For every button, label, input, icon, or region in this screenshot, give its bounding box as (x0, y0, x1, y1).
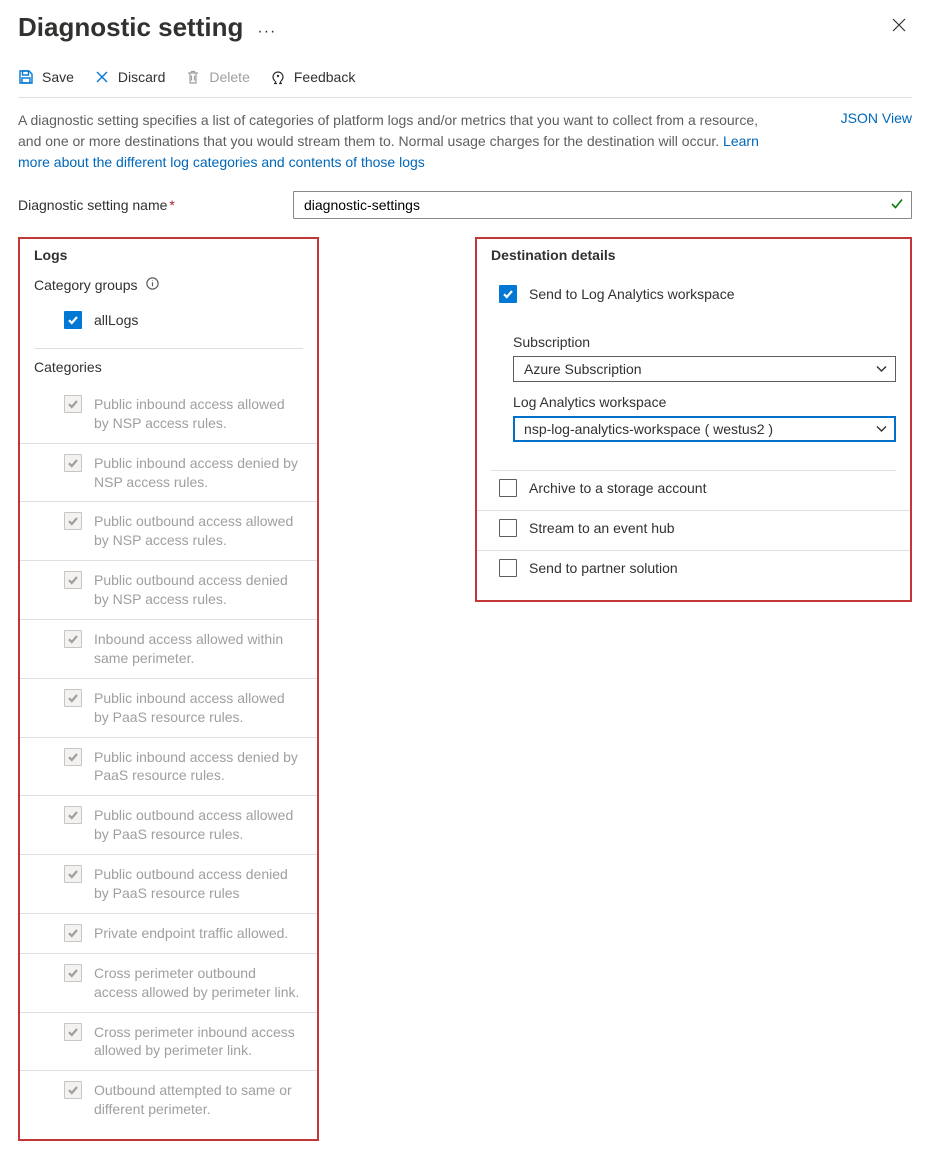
workspace-select[interactable]: nsp-log-analytics-workspace ( westus2 ) (513, 416, 896, 442)
category-checkbox (64, 630, 82, 648)
feedback-icon (270, 69, 286, 85)
categories-heading: Categories (20, 359, 317, 375)
categories-list: Public inbound access allowed by NSP acc… (20, 385, 317, 1129)
partner-label: Send to partner solution (529, 559, 678, 578)
toolbar: Save Discard Delete Feedback (18, 69, 912, 98)
category-row: Public inbound access allowed by PaaS re… (20, 678, 317, 737)
destination-title: Destination details (477, 247, 910, 263)
json-view-link[interactable]: JSON View (841, 110, 912, 126)
delete-label: Delete (209, 69, 249, 85)
send-la-checkbox[interactable] (499, 285, 517, 303)
subscription-label: Subscription (513, 334, 896, 350)
category-row: Public inbound access denied by NSP acce… (20, 443, 317, 502)
category-label: Public outbound access allowed by PaaS r… (94, 806, 303, 844)
stream-checkbox[interactable] (499, 519, 517, 537)
category-row: Public outbound access allowed by PaaS r… (20, 795, 317, 854)
discard-button[interactable]: Discard (94, 69, 165, 85)
workspace-label: Log Analytics workspace (513, 394, 896, 410)
category-row: Private endpoint traffic allowed. (20, 913, 317, 953)
category-checkbox (64, 964, 82, 982)
category-checkbox (64, 748, 82, 766)
category-row: Outbound attempted to same or different … (20, 1070, 317, 1129)
save-label: Save (42, 69, 74, 85)
save-icon (18, 69, 34, 85)
category-row: Public inbound access allowed by NSP acc… (20, 385, 317, 443)
category-checkbox (64, 924, 82, 942)
category-label: Outbound attempted to same or different … (94, 1081, 303, 1119)
workspace-value: nsp-log-analytics-workspace ( westus2 ) (524, 421, 773, 437)
category-row: Inbound access allowed within same perim… (20, 619, 317, 678)
category-checkbox (64, 806, 82, 824)
category-label: Cross perimeter inbound access allowed b… (94, 1023, 303, 1061)
info-icon[interactable] (146, 277, 159, 293)
setting-name-label: Diagnostic setting name* (18, 197, 293, 213)
archive-label: Archive to a storage account (529, 479, 706, 498)
archive-checkbox[interactable] (499, 479, 517, 497)
category-checkbox (64, 865, 82, 883)
required-indicator: * (167, 197, 174, 213)
valid-check-icon (890, 197, 904, 214)
more-icon[interactable]: ··· (257, 16, 276, 40)
category-label: Public inbound access denied by PaaS res… (94, 748, 303, 786)
category-label: Public outbound access denied by NSP acc… (94, 571, 303, 609)
alllogs-label: allLogs (94, 311, 138, 330)
category-checkbox (64, 454, 82, 472)
subscription-select[interactable]: Azure Subscription (513, 356, 896, 382)
category-checkbox (64, 1023, 82, 1041)
category-label: Public outbound access denied by PaaS re… (94, 865, 303, 903)
close-button[interactable] (886, 12, 912, 38)
alllogs-checkbox[interactable] (64, 311, 82, 329)
send-la-label: Send to Log Analytics workspace (529, 285, 734, 304)
discard-label: Discard (118, 69, 165, 85)
category-row: Public outbound access denied by NSP acc… (20, 560, 317, 619)
subscription-value: Azure Subscription (524, 361, 642, 377)
feedback-label: Feedback (294, 69, 355, 85)
feedback-button[interactable]: Feedback (270, 69, 355, 85)
category-row: Public outbound access denied by PaaS re… (20, 854, 317, 913)
destination-panel: Destination details Send to Log Analytic… (475, 237, 912, 602)
chevron-down-icon (876, 361, 887, 377)
category-checkbox (64, 571, 82, 589)
category-checkbox (64, 1081, 82, 1099)
logs-panel: Logs Category groups allLogs Categories … (18, 237, 319, 1141)
category-checkbox (64, 395, 82, 413)
close-icon (892, 18, 906, 32)
category-row: Cross perimeter inbound access allowed b… (20, 1012, 317, 1071)
category-label: Cross perimeter outbound access allowed … (94, 964, 303, 1002)
category-checkbox (64, 512, 82, 530)
category-row: Public outbound access allowed by NSP ac… (20, 501, 317, 560)
setting-name-input[interactable] (293, 191, 912, 219)
category-label: Inbound access allowed within same perim… (94, 630, 303, 668)
page-title: Diagnostic setting (18, 12, 243, 43)
category-label: Public inbound access allowed by PaaS re… (94, 689, 303, 727)
logs-title: Logs (20, 247, 317, 263)
delete-button: Delete (185, 69, 249, 85)
category-label: Public inbound access allowed by NSP acc… (94, 395, 303, 433)
category-label: Public inbound access denied by NSP acce… (94, 454, 303, 492)
partner-checkbox[interactable] (499, 559, 517, 577)
stream-label: Stream to an event hub (529, 519, 675, 538)
chevron-down-icon (876, 421, 887, 437)
description-text: A diagnostic setting specifies a list of… (18, 110, 778, 173)
save-button[interactable]: Save (18, 69, 74, 85)
category-row: Cross perimeter outbound access allowed … (20, 953, 317, 1012)
category-checkbox (64, 689, 82, 707)
discard-icon (94, 69, 110, 85)
category-row: Public inbound access denied by PaaS res… (20, 737, 317, 796)
category-groups-heading: Category groups (20, 277, 317, 293)
category-label: Private endpoint traffic allowed. (94, 924, 288, 943)
delete-icon (185, 69, 201, 85)
category-label: Public outbound access allowed by NSP ac… (94, 512, 303, 550)
